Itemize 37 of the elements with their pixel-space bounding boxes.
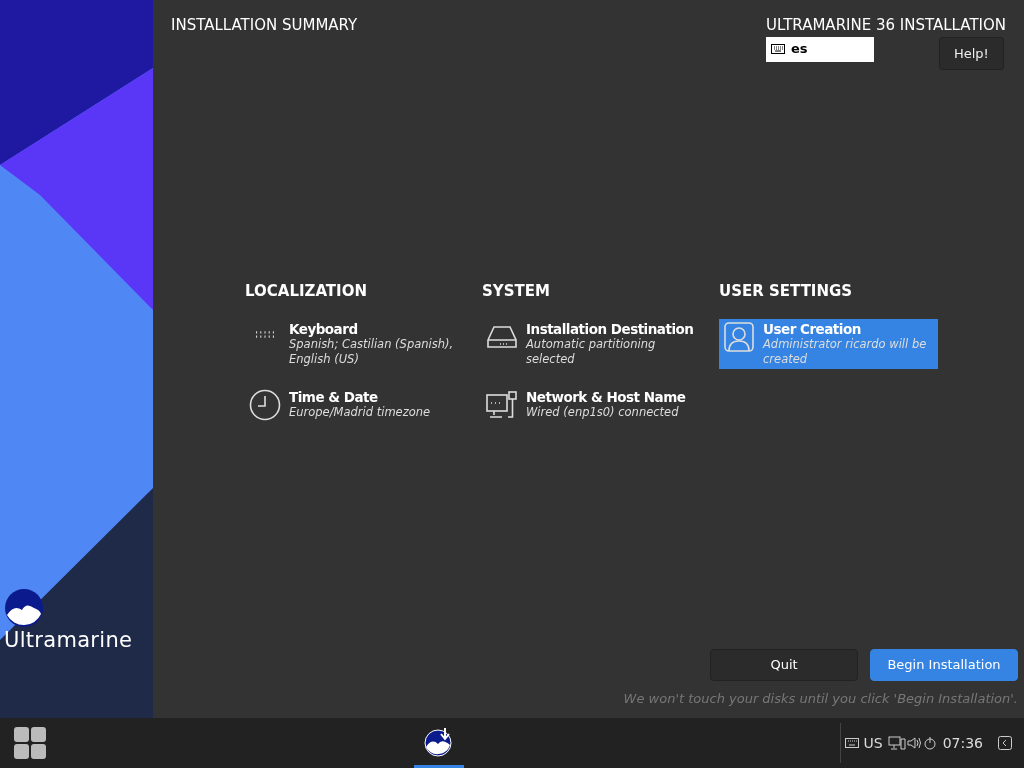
keyboard-layout-indicator[interactable]: US: [863, 732, 883, 754]
system-status-icons[interactable]: [887, 735, 938, 751]
keyboard-icon: [770, 44, 785, 54]
clock-text[interactable]: 07:36: [942, 732, 983, 754]
spoke-title: Installation Destination: [526, 320, 695, 337]
spoke-status: Administrator ricardo will be created: [763, 336, 928, 367]
spoke-status: Automatic partitioning selected: [526, 336, 657, 367]
page-title: INSTALLATION SUMMARY: [171, 15, 358, 36]
begin-installation-button[interactable]: Begin Installation: [870, 648, 1018, 681]
logo-text: Ultramarine: [4, 630, 133, 651]
settings-spoke[interactable]: Network & Host Name Wired (enp1s0) connected: [482, 386, 701, 423]
section-heading: USER SETTINGS: [719, 281, 854, 302]
spoke-title: Time & Date: [289, 388, 379, 405]
section-heading: LOCALIZATION: [245, 281, 368, 302]
keyboard-icon[interactable]: [844, 738, 859, 748]
spoke-title: Keyboard: [289, 320, 359, 337]
keyboard-layout-field[interactable]: es: [765, 36, 874, 62]
help-button[interactable]: Help!: [938, 36, 1004, 70]
settings-spoke[interactable]: Time & Date Europe/Madrid timezone: [245, 386, 464, 423]
section-heading: SYSTEM: [482, 281, 551, 302]
computer-network-icon: [486, 388, 518, 421]
disk-warning-text: We won't touch your disks until you click 'Begin Installation'.: [623, 689, 1018, 708]
product-title: ULTRAMARINE 36 INSTALLATION: [765, 15, 1006, 36]
quit-button[interactable]: Quit: [710, 648, 858, 681]
spoke-title: Network & Host Name: [526, 388, 686, 405]
panel-collapse-icon[interactable]: [998, 736, 1012, 750]
spoke-status: Wired (enp1s0) connected: [526, 404, 680, 420]
clock-icon: [249, 388, 281, 421]
spoke-status: Spanish; Castilian (Spanish), English (US): [289, 336, 455, 367]
settings-spoke[interactable]: Installation Destination Automatic partitioning selected: [482, 318, 701, 369]
user-icon: [723, 320, 755, 353]
spoke-title: User Creation: [763, 320, 862, 337]
spoke-status: Europe/Madrid timezone: [289, 404, 431, 420]
logo-icon: [4, 588, 44, 628]
keyboard-icon: [255, 330, 275, 338]
settings-spoke[interactable]: Keyboard Spanish; Castilian (Spanish), English (US): [245, 318, 464, 369]
settings-spoke[interactable]: User Creation Administrator ricardo will be created: [719, 318, 938, 369]
